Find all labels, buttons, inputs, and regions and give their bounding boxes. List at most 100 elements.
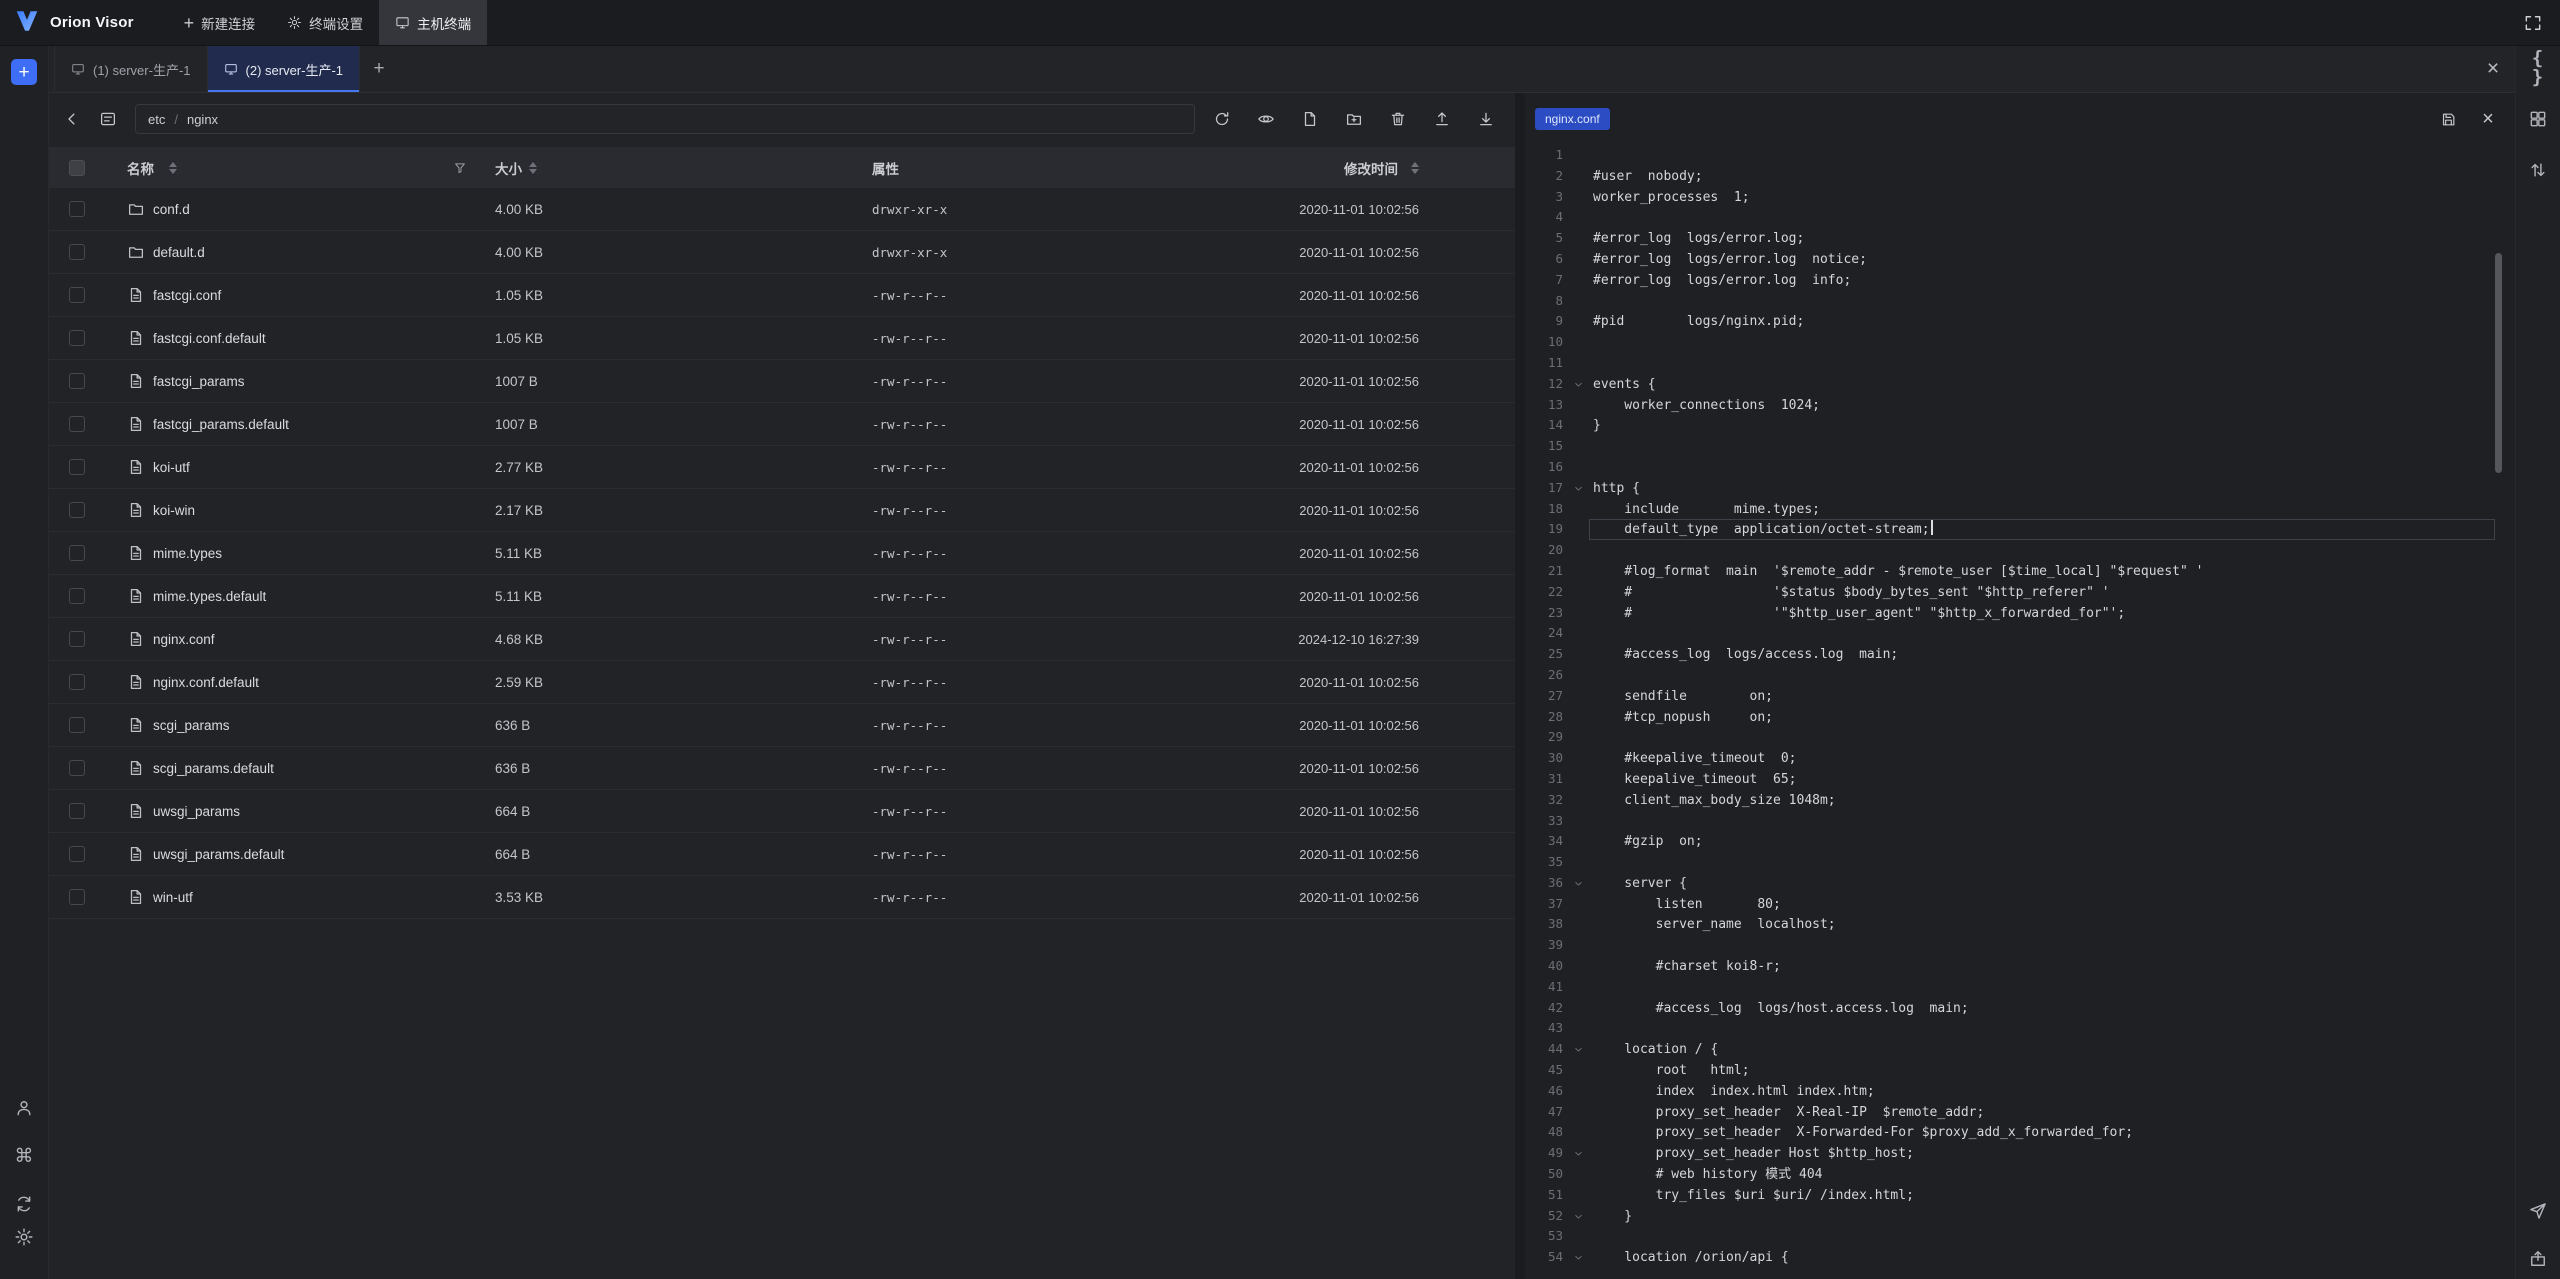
code-line[interactable]: #access_log logs/host.access.log main; [1589,998,2495,1019]
code-line[interactable] [1589,207,2495,228]
code-line[interactable]: location /orion/api { [1589,1247,2495,1268]
code-line[interactable] [1589,935,2495,956]
topbar-nav-item-2[interactable]: 主机终端 [379,0,487,45]
row-checkbox[interactable] [69,588,85,604]
fold-chevron-icon[interactable] [1567,374,1589,395]
code-line[interactable] [1589,457,2495,478]
code-line[interactable]: #error_log logs/error.log info; [1589,270,2495,291]
code-line[interactable] [1589,332,2495,353]
editor-scrollbar[interactable] [2495,253,2502,473]
open-file-tag[interactable]: nginx.conf [1535,108,1610,130]
file-row[interactable]: fastcgi.conf1.05 KB-rw-r--r--2020-11-01 … [49,274,1515,317]
code-line[interactable]: #access_log logs/access.log main; [1589,644,2495,665]
refresh-icon[interactable] [1207,104,1237,134]
row-checkbox[interactable] [69,244,85,260]
fold-chevron-icon[interactable] [1567,1143,1589,1164]
code-line[interactable] [1589,145,2495,166]
code-line[interactable]: location / { [1589,1039,2495,1060]
code-line[interactable]: server { [1589,873,2495,894]
code-braces-icon[interactable]: { } [2526,56,2550,80]
code-line[interactable]: root html; [1589,1060,2495,1081]
code-line[interactable]: proxy_set_header Host $http_host; [1589,1143,2495,1164]
code-line[interactable] [1589,665,2495,686]
code-line[interactable]: # web history 模式 404 [1589,1164,2495,1185]
fold-chevron-icon[interactable] [1567,1039,1589,1060]
code-line[interactable] [1589,623,2495,644]
file-row[interactable]: mime.types.default5.11 KB-rw-r--r--2020-… [49,575,1515,618]
code-line[interactable]: #log_format main '$remote_addr - $remote… [1589,561,2495,582]
row-checkbox[interactable] [69,459,85,475]
file-row[interactable]: koi-utf2.77 KB-rw-r--r--2020-11-01 10:02… [49,446,1515,489]
download-icon[interactable] [1471,104,1501,134]
eye-icon[interactable] [1251,104,1281,134]
sort-carets-icon[interactable] [169,162,177,174]
brand[interactable]: Orion Visor [0,0,154,45]
row-checkbox[interactable] [69,631,85,647]
code-line[interactable]: worker_connections 1024; [1589,395,2495,416]
file-row[interactable]: nginx.conf4.68 KB-rw-r--r--2024-12-10 16… [49,618,1515,661]
code-line[interactable]: client_max_body_size 1048m; [1589,790,2495,811]
select-all-checkbox[interactable] [69,160,85,176]
sort-carets-icon[interactable] [529,162,537,174]
pane-splitter[interactable] [1515,93,1525,1279]
upload-icon[interactable] [1427,104,1457,134]
file-row[interactable]: default.d4.00 KBdrwxr-xr-x2020-11-01 10:… [49,231,1515,274]
code-line[interactable]: } [1589,1206,2495,1227]
code-line[interactable]: proxy_set_header X-Forwarded-For $proxy_… [1589,1122,2495,1143]
code-line[interactable] [1589,436,2495,457]
row-checkbox[interactable] [69,846,85,862]
breadcrumb-segment[interactable]: nginx [187,112,218,127]
code-line[interactable]: default_type application/octet-stream; [1589,519,2495,540]
code-line[interactable]: #charset koi8-r; [1589,956,2495,977]
row-checkbox[interactable] [69,760,85,776]
send-icon[interactable] [2526,1199,2550,1223]
editor-close-icon[interactable]: × [2475,106,2501,132]
code-line[interactable] [1589,291,2495,312]
code-line[interactable]: #gzip on; [1589,831,2495,852]
code-line[interactable] [1589,727,2495,748]
code-line[interactable]: sendfile on; [1589,686,2495,707]
row-checkbox[interactable] [69,803,85,819]
file-row[interactable]: fastcgi_params1007 B-rw-r--r--2020-11-01… [49,360,1515,403]
row-checkbox[interactable] [69,717,85,733]
code-line[interactable]: keepalive_timeout 65; [1589,769,2495,790]
file-row[interactable]: uwsgi_params664 B-rw-r--r--2020-11-01 10… [49,790,1515,833]
fold-chevron-icon[interactable] [1567,873,1589,894]
row-checkbox[interactable] [69,287,85,303]
fold-chevron-icon[interactable] [1567,1247,1589,1268]
row-checkbox[interactable] [69,330,85,346]
code-line[interactable]: #user nobody; [1589,166,2495,187]
file-row[interactable]: scgi_params636 B-rw-r--r--2020-11-01 10:… [49,704,1515,747]
save-icon[interactable] [2435,106,2461,132]
code-line[interactable] [1589,811,2495,832]
file-row[interactable]: win-utf3.53 KB-rw-r--r--2020-11-01 10:02… [49,876,1515,919]
code-line[interactable]: #tcp_nopush on; [1589,707,2495,728]
column-header-3[interactable]: 修改时间 [1229,158,1515,178]
code-line[interactable] [1589,1018,2495,1039]
grid-icon[interactable] [2526,107,2550,131]
fold-chevron-icon[interactable] [1567,1206,1589,1227]
row-checkbox[interactable] [69,201,85,217]
code-line[interactable]: # '"$http_user_agent" "$http_x_forwarded… [1589,603,2495,624]
user-icon[interactable] [12,1096,36,1120]
code-line[interactable]: } [1589,415,2495,436]
settings-gear-icon[interactable] [12,1225,36,1249]
file-row[interactable]: scgi_params.default636 B-rw-r--r--2020-1… [49,747,1515,790]
code-line[interactable]: listen 80; [1589,894,2495,915]
new-connection-button[interactable]: + [11,59,37,85]
terminal-tab-1[interactable]: (1) server-生产-1 [54,46,208,92]
add-tab-button[interactable]: + [360,46,398,92]
code-line[interactable]: proxy_set_header X-Real-IP $remote_addr; [1589,1102,2495,1123]
command-icon[interactable]: ⌘ [12,1144,36,1168]
trash-icon[interactable] [1383,104,1413,134]
fullscreen-icon[interactable] [2510,0,2556,45]
row-checkbox[interactable] [69,502,85,518]
code-line[interactable]: http { [1589,478,2495,499]
box-export-icon[interactable] [2526,1247,2550,1271]
file-row[interactable]: fastcgi_params.default1007 B-rw-r--r--20… [49,403,1515,446]
tree-list-icon[interactable] [93,104,123,134]
row-checkbox[interactable] [69,416,85,432]
terminal-tab-2[interactable]: (2) server-生产-1 [208,46,361,92]
row-checkbox[interactable] [69,373,85,389]
code-line[interactable] [1589,977,2495,998]
